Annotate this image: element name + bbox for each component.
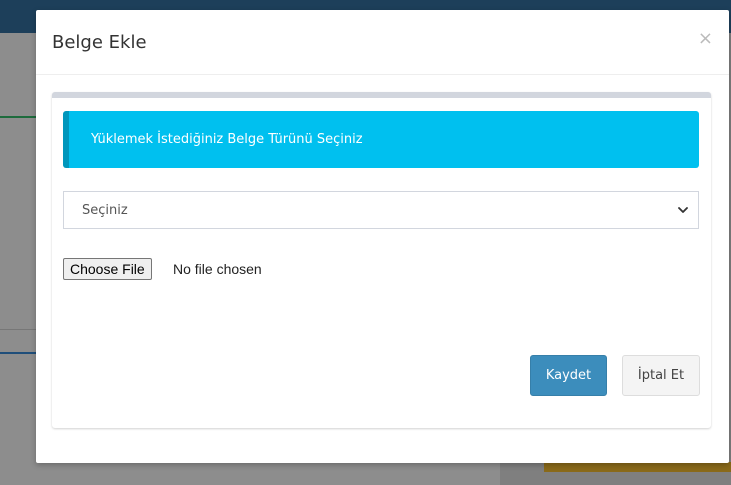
chevron-down-icon (678, 207, 688, 213)
callout-text: Yüklemek İstediğiniz Belge Türünü Seçini… (91, 132, 363, 147)
modal-title: Belge Ekle (52, 32, 147, 53)
background-divider (0, 329, 36, 330)
background-warning-box (544, 462, 731, 472)
choose-file-button[interactable]: Choose File (63, 258, 152, 280)
form-box: Yüklemek İstediğiniz Belge Türünü Seçini… (52, 92, 711, 428)
document-type-select[interactable]: Seçiniz (63, 191, 699, 229)
close-icon[interactable]: × (698, 28, 713, 49)
modal-header: Belge Ekle × (36, 10, 729, 75)
file-status-text: No file chosen (173, 261, 262, 277)
info-callout: Yüklemek İstediğiniz Belge Türünü Seçini… (63, 111, 699, 168)
save-button[interactable]: Kaydet (530, 355, 607, 396)
select-selected-value: Seçiniz (82, 203, 128, 218)
cancel-button[interactable]: İptal Et (622, 355, 700, 396)
background-accent-line (0, 352, 36, 354)
background-accent-line (0, 116, 36, 118)
add-document-modal: Belge Ekle × Yüklemek İstediğiniz Belge … (36, 10, 729, 463)
